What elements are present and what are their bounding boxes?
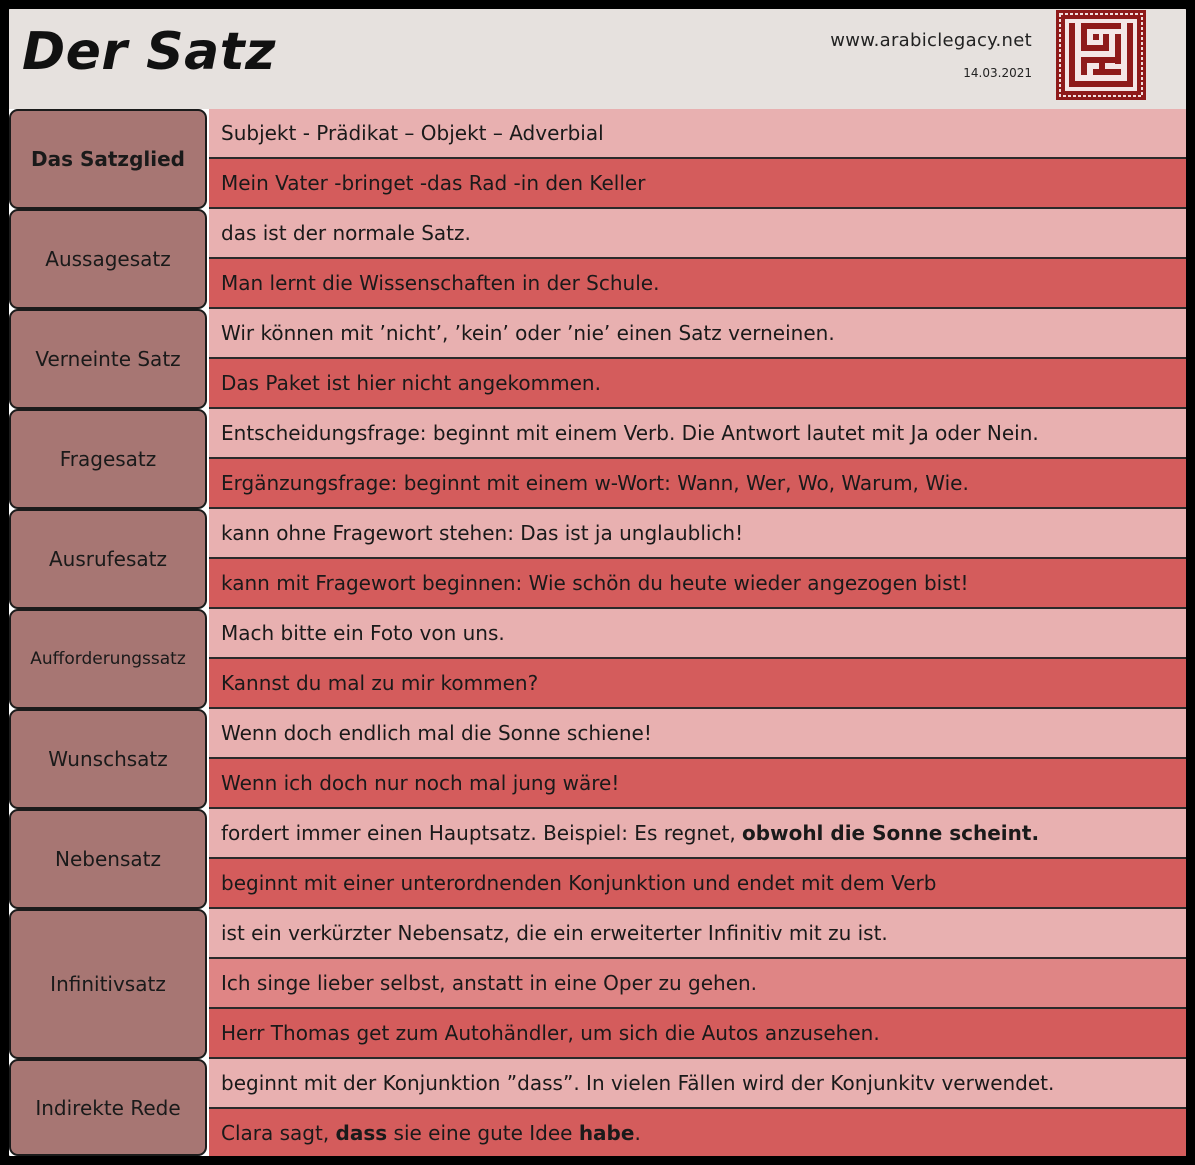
- row-bold-text: obwohl die Sonne scheint.: [742, 821, 1040, 845]
- group-label: Infinitivsatz: [9, 909, 207, 1059]
- table-row: Wenn doch endlich mal die Sonne schiene!: [209, 709, 1186, 759]
- header: Der Satz www.arabiclegacy.net 14.03.2021: [9, 9, 1186, 109]
- row-text: Clara sagt,: [221, 1120, 336, 1145]
- table-row: Man lernt die Wissenschaften in der Schu…: [209, 259, 1186, 309]
- table-row: Mach bitte ein Foto von uns.: [209, 609, 1186, 659]
- group-label: Aufforderungssatz: [9, 609, 207, 709]
- table-row: Entscheidungsfrage: beginnt mit einem Ve…: [209, 409, 1186, 459]
- table-row: Wenn ich doch nur noch mal jung wäre!: [209, 759, 1186, 809]
- group-label: Indirekte Rede: [9, 1059, 207, 1156]
- table-row: kann ohne Fragewort stehen: Das ist ja u…: [209, 509, 1186, 559]
- row-bold-text: dass: [335, 1120, 388, 1145]
- table-row: Subjekt - Prädikat – Objekt – Adverbial: [209, 109, 1186, 159]
- table-row: beginnt mit der Konjunktion ”dass”. In v…: [209, 1059, 1186, 1109]
- table-row: fordert immer einen Hauptsatz. Beispiel:…: [209, 809, 1186, 859]
- poster-frame: Der Satz www.arabiclegacy.net 14.03.2021: [0, 0, 1195, 1165]
- group-label: Aussagesatz: [9, 209, 207, 309]
- group-label: Das Satzglied: [9, 109, 207, 209]
- group-label: Fragesatz: [9, 409, 207, 509]
- table-row: das ist der normale Satz.: [209, 209, 1186, 259]
- website-url: www.arabiclegacy.net: [830, 30, 1032, 51]
- table-row: kann mit Fragewort beginnen: Wie schön d…: [209, 559, 1186, 609]
- group-label: Wunschsatz: [9, 709, 207, 809]
- arabic-calligraphy-logo-icon: [1056, 10, 1146, 100]
- row-text: .: [634, 1120, 641, 1145]
- table-row: Herr Thomas get zum Autohändler, um sich…: [209, 1009, 1186, 1059]
- group-label: Ausrufesatz: [9, 509, 207, 609]
- table-row: ist ein verkürzter Nebensatz, die ein er…: [209, 909, 1186, 959]
- group-label: Verneinte Satz: [9, 309, 207, 409]
- table-row: beginnt mit einer unterordnenden Konjunk…: [209, 859, 1186, 909]
- page-title: Der Satz: [22, 22, 276, 82]
- row-bold-text: habe: [578, 1120, 635, 1145]
- table-row: Clara sagt, dass sie eine gute Idee habe…: [209, 1109, 1186, 1156]
- row-text: sie eine gute Idee: [387, 1120, 579, 1145]
- table-row: Kannst du mal zu mir kommen?: [209, 659, 1186, 709]
- date-label: 14.03.2021: [963, 66, 1032, 80]
- table-row: Ergänzungsfrage: beginnt mit einem w-Wor…: [209, 459, 1186, 509]
- row-text: fordert immer einen Hauptsatz. Beispiel:…: [221, 821, 743, 845]
- group-label: Nebensatz: [9, 809, 207, 909]
- table-row: Ich singe lieber selbst, anstatt in eine…: [209, 959, 1186, 1009]
- table-row: Mein Vater -bringet -das Rad -in den Kel…: [209, 159, 1186, 209]
- table-row: Wir können mit ’nicht’, ’kein’ oder ’nie…: [209, 309, 1186, 359]
- table-row: Das Paket ist hier nicht angekommen.: [209, 359, 1186, 409]
